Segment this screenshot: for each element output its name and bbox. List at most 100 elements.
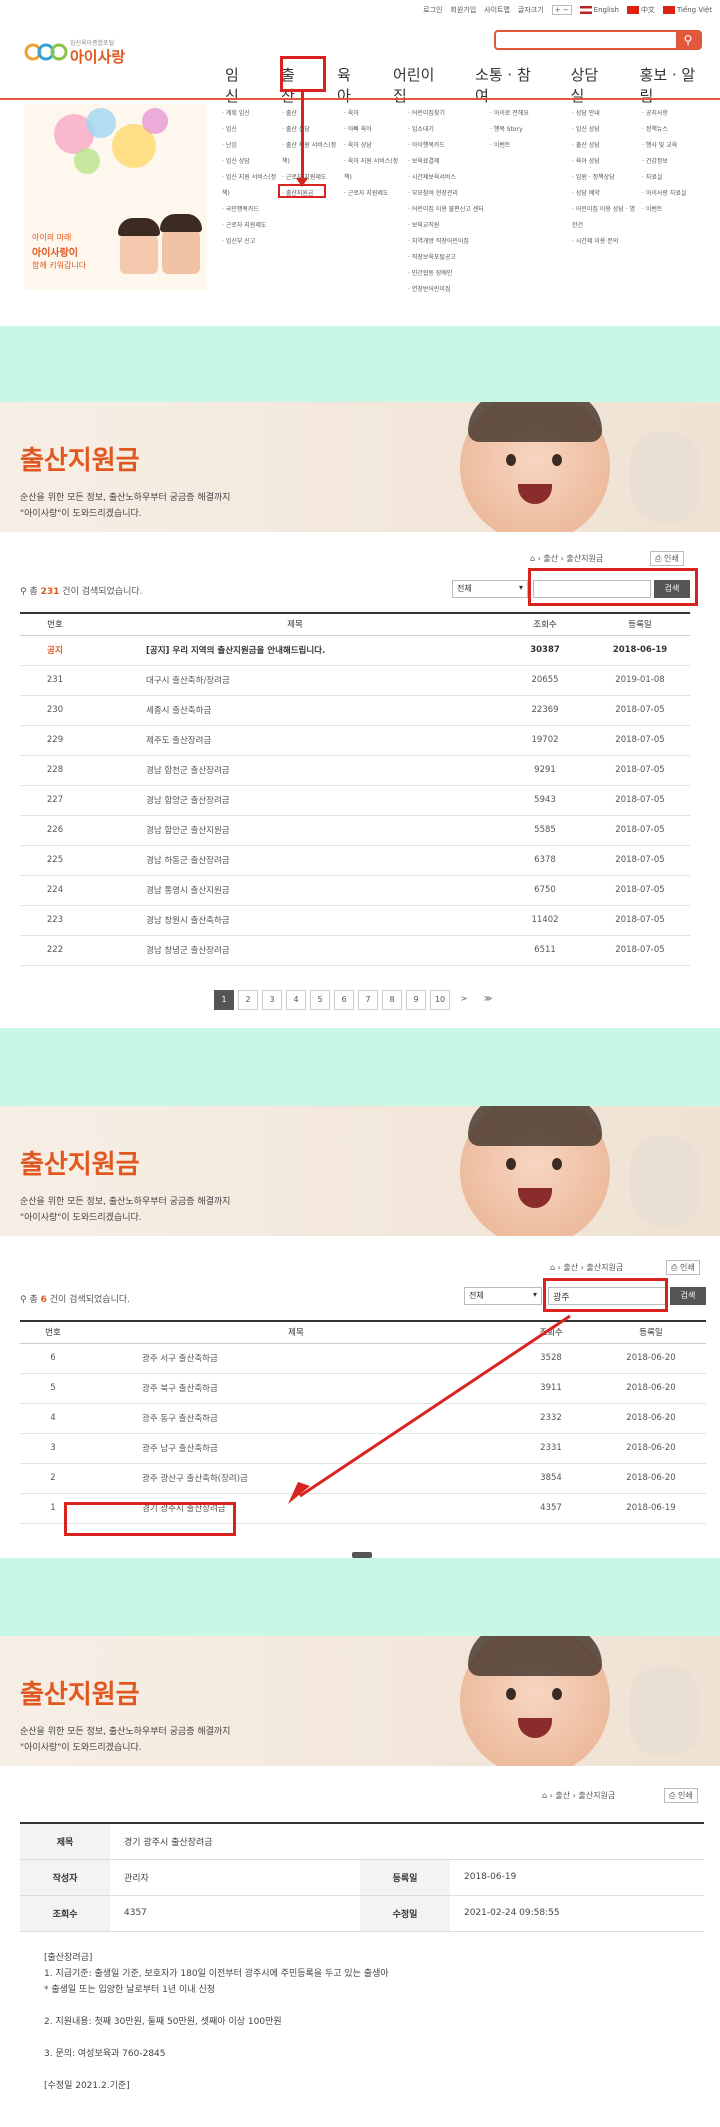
font-size-control[interactable]: + −	[551, 5, 572, 15]
submenu-item[interactable]: 아이사랑 자료실	[642, 186, 714, 202]
home-icon[interactable]: ⌂	[542, 1791, 547, 1800]
submenu-item[interactable]: 지역개방 직장어린이집	[408, 234, 488, 250]
submenu-item[interactable]: 근로자 지원제도	[282, 170, 340, 186]
page-button[interactable]: 5	[310, 990, 330, 1010]
row-title[interactable]: 세종시 출산축하금	[90, 695, 500, 726]
submenu-item[interactable]: 이벤트	[490, 138, 570, 154]
row-title[interactable]: 경남 합천군 출산장려금	[90, 755, 500, 786]
submenu-item[interactable]: 임신부 신고	[222, 234, 277, 250]
submenu-item[interactable]: 국민행복카드	[222, 202, 277, 218]
submenu-item[interactable]: 난임	[222, 138, 277, 154]
page-button[interactable]: 10	[430, 990, 450, 1010]
table-row[interactable]: 223 경남 창원시 출산축하금 11402 2018-07-05	[20, 905, 690, 936]
top-search-input[interactable]	[494, 30, 702, 50]
join-link[interactable]: 회원가입	[450, 5, 476, 15]
submenu-item[interactable]: 어린이집찾기	[408, 106, 488, 122]
submenu-item[interactable]: 계획 임신	[222, 106, 277, 122]
sitemap-link[interactable]: 사이트맵	[484, 5, 510, 15]
page-button[interactable]: 4	[286, 990, 306, 1010]
table-row[interactable]: 230 세종시 출산축하금 22369 2018-07-05	[20, 695, 690, 726]
submenu-item[interactable]: 육아 상담	[572, 154, 638, 170]
row-title[interactable]: 경남 하동군 출산장려금	[90, 845, 500, 876]
table-row[interactable]: 228 경남 합천군 출산장려금 9291 2018-07-05	[20, 755, 690, 786]
submenu-item[interactable]: 출산 상담	[572, 138, 638, 154]
last-page-button[interactable]: ≫	[478, 990, 498, 1010]
row-title[interactable]: 경남 함안군 출산지원금	[90, 815, 500, 846]
submenu-item[interactable]: 상담 안내	[572, 106, 638, 122]
page-button[interactable]: 8	[382, 990, 402, 1010]
submenu-item[interactable]: 상담 예약	[572, 186, 638, 202]
submenu-item[interactable]: 육아 지원 서비스(정책)	[344, 154, 402, 186]
submenu-item[interactable]: 행복 Story	[490, 122, 570, 138]
submenu-item[interactable]: 공지사항	[642, 106, 714, 122]
table-row[interactable]: 222 경남 창녕군 출산장려금 6511 2018-07-05	[20, 935, 690, 966]
submenu-item[interactable]: 출산	[282, 106, 340, 122]
table-row[interactable]: 229 제주도 출산장려금 19702 2018-07-05	[20, 725, 690, 756]
lang-english[interactable]: English	[579, 6, 619, 14]
page-button[interactable]: 7	[358, 990, 378, 1010]
submenu-item[interactable]: 보육료결제	[408, 154, 488, 170]
submenu-item[interactable]: 출산 상담	[282, 122, 340, 138]
row-title[interactable]: 경남 창녕군 출산장려금	[90, 935, 500, 966]
lang-vietnamese[interactable]: Tiếng Việt	[662, 6, 712, 14]
top-search-button[interactable]: ⚲	[676, 30, 700, 50]
submenu-item[interactable]: 행사 및 교육	[642, 138, 714, 154]
table-row[interactable]: 224 경남 통영시 출산지원금 6750 2018-07-05	[20, 875, 690, 906]
table-row[interactable]: 226 경남 함안군 출산지원금 5585 2018-07-05	[20, 815, 690, 846]
submenu-item[interactable]: 근로자 지원제도	[222, 218, 277, 234]
print-button[interactable]: ⎙ 인쇄	[666, 1260, 700, 1275]
row-title[interactable]: 경남 창원시 출산축하금	[90, 905, 500, 936]
table-row[interactable]: 공지 [공지] 우리 지역의 출산지원금을 안내해드립니다. 30387 2018-0…	[20, 635, 690, 666]
submenu-item[interactable]: 연장반어린이집	[408, 282, 488, 298]
print-button[interactable]: ⎙ 인쇄	[650, 551, 684, 566]
table-row[interactable]: 231 대구시 출산축하/장려금 20655 2019-01-08	[20, 665, 690, 696]
submenu-item[interactable]: 입소대기	[408, 122, 488, 138]
row-title[interactable]: [공지] 우리 지역의 출산지원금을 안내해드립니다.	[90, 635, 500, 666]
submenu-item[interactable]: 임신 지원 서비스(정책)	[222, 170, 277, 202]
page-button[interactable]: 3	[262, 990, 282, 1010]
submenu-item[interactable]: 육아 상담	[344, 138, 402, 154]
next-page-button[interactable]: >	[454, 990, 474, 1010]
submenu-item[interactable]: 임신 상담	[222, 154, 277, 170]
submenu-item[interactable]: 임신	[222, 122, 277, 138]
home-icon[interactable]: ⌂	[530, 554, 535, 563]
submenu-item[interactable]: 어린이집 이용 불편신고 센터	[408, 202, 488, 218]
print-button[interactable]: ⎙ 인쇄	[664, 1788, 698, 1803]
submenu-item[interactable]: 출산지원금	[282, 186, 340, 202]
submenu-item[interactable]: 직장보육포털공고	[408, 250, 488, 266]
lang-chinese[interactable]: 中文	[626, 5, 655, 15]
submenu-item[interactable]: 부모참여 현장관리	[408, 186, 488, 202]
submenu-item[interactable]: 시간제 이용 문의	[572, 234, 638, 250]
submenu-item[interactable]: 정책뉴스	[642, 122, 714, 138]
page-button[interactable]: 2	[238, 990, 258, 1010]
row-title[interactable]: 경남 통영시 출산지원금	[90, 875, 500, 906]
login-link[interactable]: 로그인	[423, 5, 442, 15]
submenu-item[interactable]: 시간제보육서비스	[408, 170, 488, 186]
row-title[interactable]: 경남 함양군 출산장려금	[90, 785, 500, 816]
page-button[interactable]: 6	[334, 990, 354, 1010]
page-button[interactable]: 1	[214, 990, 234, 1010]
submenu-item[interactable]: 아이로 전해요	[490, 106, 570, 122]
page-button[interactable]: 9	[406, 990, 426, 1010]
home-icon[interactable]: ⌂	[550, 1263, 555, 1272]
submenu-item[interactable]: 자료실	[642, 170, 714, 186]
search-type-select[interactable]: 전체 ▾	[464, 1287, 542, 1305]
row-title[interactable]: 대구시 출산축하/장려금	[90, 665, 500, 696]
table-row[interactable]: 225 경남 하동군 출산장려금 6378 2018-07-05	[20, 845, 690, 876]
submenu-item[interactable]: 임신 상담	[572, 122, 638, 138]
submenu-item[interactable]: 육아	[344, 106, 402, 122]
row-title[interactable]: 제주도 출산장려금	[90, 725, 500, 756]
submenu-item[interactable]: 민간협동 장애인	[408, 266, 488, 282]
submenu-item[interactable]: 이벤트	[642, 202, 714, 218]
submenu-item[interactable]: 출산 지원 서비스(정책)	[282, 138, 340, 170]
search-button[interactable]: 검색	[670, 1287, 706, 1305]
submenu-item[interactable]: 건강정보	[642, 154, 714, 170]
submenu-item[interactable]: 보육교직원	[408, 218, 488, 234]
search-type-select[interactable]: 전체 ▾	[452, 580, 528, 598]
submenu-item[interactable]: 어린이집 이용 상담 · 명한건	[572, 202, 638, 234]
submenu-item[interactable]: 근로자 지원제도	[344, 186, 402, 202]
submenu-item[interactable]: 아빠 육아	[344, 122, 402, 138]
submenu-item[interactable]: 입원 · 정책상담	[572, 170, 638, 186]
promo-banner[interactable]: 아이의 미래 아이사랑이 함께 키워갑니다	[24, 104, 207, 290]
submenu-item[interactable]: 아이행복카드	[408, 138, 488, 154]
